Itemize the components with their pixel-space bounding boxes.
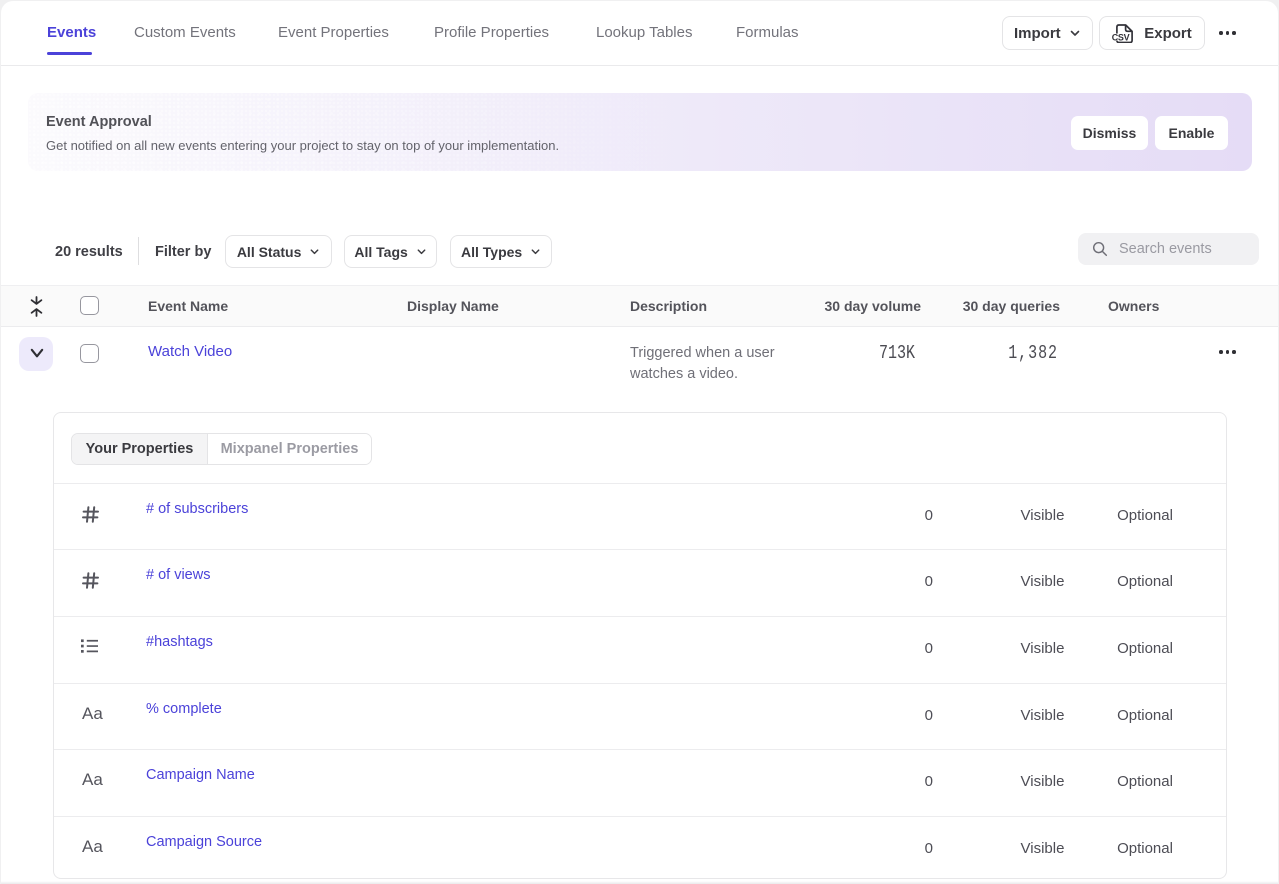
svg-text:CSV: CSV (1112, 32, 1130, 42)
